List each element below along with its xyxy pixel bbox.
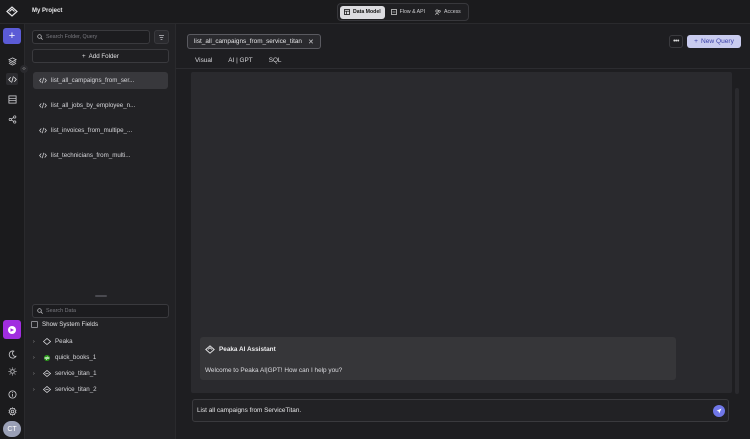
share-icon[interactable] — [6, 113, 18, 125]
open-query-tab[interactable]: list_all_campaigns_from_service_titan ✕ — [187, 34, 321, 49]
resize-handle[interactable] — [95, 295, 107, 297]
chevron-right-icon[interactable]: › — [33, 387, 39, 393]
plus-icon: + — [82, 52, 86, 60]
more-options-button[interactable]: ••• — [669, 35, 683, 48]
servicetitan-icon — [43, 386, 51, 393]
assistant-header: Peaka AI Assistant — [205, 345, 276, 354]
layers-icon[interactable] — [6, 55, 18, 67]
show-system-fields-checkbox[interactable] — [31, 321, 38, 328]
query-item[interactable]: list_invoices_from_multipe_... — [33, 122, 168, 139]
show-system-fields[interactable]: Show System Fields — [31, 321, 98, 328]
data-source-item[interactable]: › Peaka — [33, 338, 73, 345]
data-search[interactable] — [32, 304, 169, 318]
show-system-fields-label: Show System Fields — [42, 321, 99, 328]
search-icon — [37, 308, 43, 314]
tab-divider — [176, 68, 750, 69]
servicetitan-icon — [43, 370, 51, 377]
sun-icon[interactable] — [6, 365, 18, 377]
tab-sql[interactable]: SQL — [264, 54, 287, 67]
scrollbar[interactable] — [735, 88, 739, 394]
assistant-message: Peaka AI Assistant Welcome to Peaka AI|G… — [200, 337, 676, 380]
mode-label: Flow & API — [399, 9, 426, 15]
data-source-label: service_titan_2 — [55, 386, 97, 393]
icon-rail: + CT — [0, 24, 25, 439]
mode-data-model[interactable]: Data Model — [340, 5, 385, 19]
mode-access[interactable]: Access — [431, 6, 465, 19]
peaka-logo-icon — [43, 338, 51, 345]
chevron-right-icon[interactable]: › — [33, 355, 39, 361]
query-item[interactable]: list_all_jobs_by_employee_n... — [33, 97, 168, 114]
info-icon[interactable] — [6, 388, 18, 400]
app-icon[interactable] — [3, 320, 21, 339]
query-label: list_all_jobs_by_employee_n... — [51, 102, 136, 109]
sidebar: + Add Folder list_all_campaigns_from_ser… — [25, 24, 176, 439]
data-source-item[interactable]: › service_titan_2 — [33, 386, 97, 393]
query-label: list_all_campaigns_from_ser... — [51, 77, 135, 84]
project-name[interactable]: My Project — [32, 8, 62, 14]
new-query-label: New Query — [700, 38, 734, 45]
assistant-name: Peaka AI Assistant — [219, 346, 276, 353]
data-source-item[interactable]: › service_titan_1 — [33, 370, 97, 377]
mode-label: Data Model — [353, 9, 381, 15]
table-icon — [344, 9, 350, 15]
sort-icon — [159, 34, 164, 40]
list-icon[interactable] — [6, 93, 18, 105]
quickbooks-icon: qb — [44, 354, 50, 361]
new-query-button[interactable]: + New Query — [687, 35, 741, 48]
peaka-logo-icon — [205, 345, 215, 354]
data-source-label: service_titan_1 — [55, 370, 97, 377]
mode-label: Access — [444, 9, 461, 15]
close-icon[interactable]: ✕ — [308, 38, 314, 46]
sort-button[interactable] — [154, 30, 169, 44]
open-query-tab-label: list_all_campaigns_from_service_titan — [194, 38, 302, 45]
more-icon: ••• — [673, 38, 679, 45]
code-icon — [39, 152, 47, 159]
folder-query-search[interactable] — [32, 30, 150, 44]
peaka-logo-icon[interactable] — [6, 6, 18, 17]
data-source-item[interactable]: › qb quick_books_1 — [33, 354, 96, 361]
chevron-right-icon[interactable]: › — [33, 339, 39, 345]
plus-icon: + — [694, 38, 698, 45]
data-search-input[interactable] — [46, 308, 168, 314]
send-button[interactable] — [713, 405, 725, 417]
gear-icon[interactable] — [6, 405, 18, 417]
top-bar: My Project Data Model Flow & API Access — [0, 0, 750, 24]
collapse-sidebar-icon[interactable]: ‹› — [20, 65, 28, 73]
chevron-right-icon[interactable]: › — [33, 371, 39, 377]
code-icon — [39, 102, 47, 109]
assistant-message-text: Welcome to Peaka AI|GPT! How can I help … — [205, 367, 343, 374]
code-icon — [39, 127, 47, 134]
data-source-label: quick_books_1 — [55, 354, 97, 361]
plus-icon[interactable]: + — [3, 28, 21, 44]
flow-icon — [390, 9, 397, 15]
moon-icon[interactable] — [6, 348, 18, 360]
query-mode-tabs: Visual AI | GPT SQL — [190, 54, 292, 69]
tab-ai-gpt[interactable]: AI | GPT — [223, 54, 259, 69]
mode-flow-api[interactable]: Flow & API — [387, 6, 429, 19]
chat-input-bar: List all campaigns from ServiceTitan. — [192, 399, 729, 422]
add-folder-label: Add Folder — [88, 52, 119, 60]
tab-visual[interactable]: Visual — [190, 54, 217, 67]
query-label: list_invoices_from_multipe_... — [51, 127, 133, 134]
search-icon — [37, 34, 43, 40]
users-icon — [435, 9, 441, 15]
add-folder-button[interactable]: + Add Folder — [32, 49, 169, 63]
code-icon — [39, 77, 47, 84]
query-label: list_technicians_from_multi... — [51, 152, 131, 159]
main-panel: list_all_campaigns_from_service_titan ✕ … — [176, 24, 750, 439]
code-icon[interactable] — [6, 73, 18, 85]
send-icon — [716, 408, 722, 414]
mode-switcher: Data Model Flow & API Access — [337, 3, 469, 21]
data-source-label: Peaka — [55, 338, 73, 345]
query-item[interactable]: list_technicians_from_multi... — [33, 147, 168, 164]
query-item[interactable]: list_all_campaigns_from_ser... — [33, 72, 168, 89]
chat-input[interactable]: List all campaigns from ServiceTitan. — [197, 407, 697, 417]
search-input[interactable] — [46, 34, 149, 40]
avatar[interactable]: CT — [3, 421, 21, 437]
